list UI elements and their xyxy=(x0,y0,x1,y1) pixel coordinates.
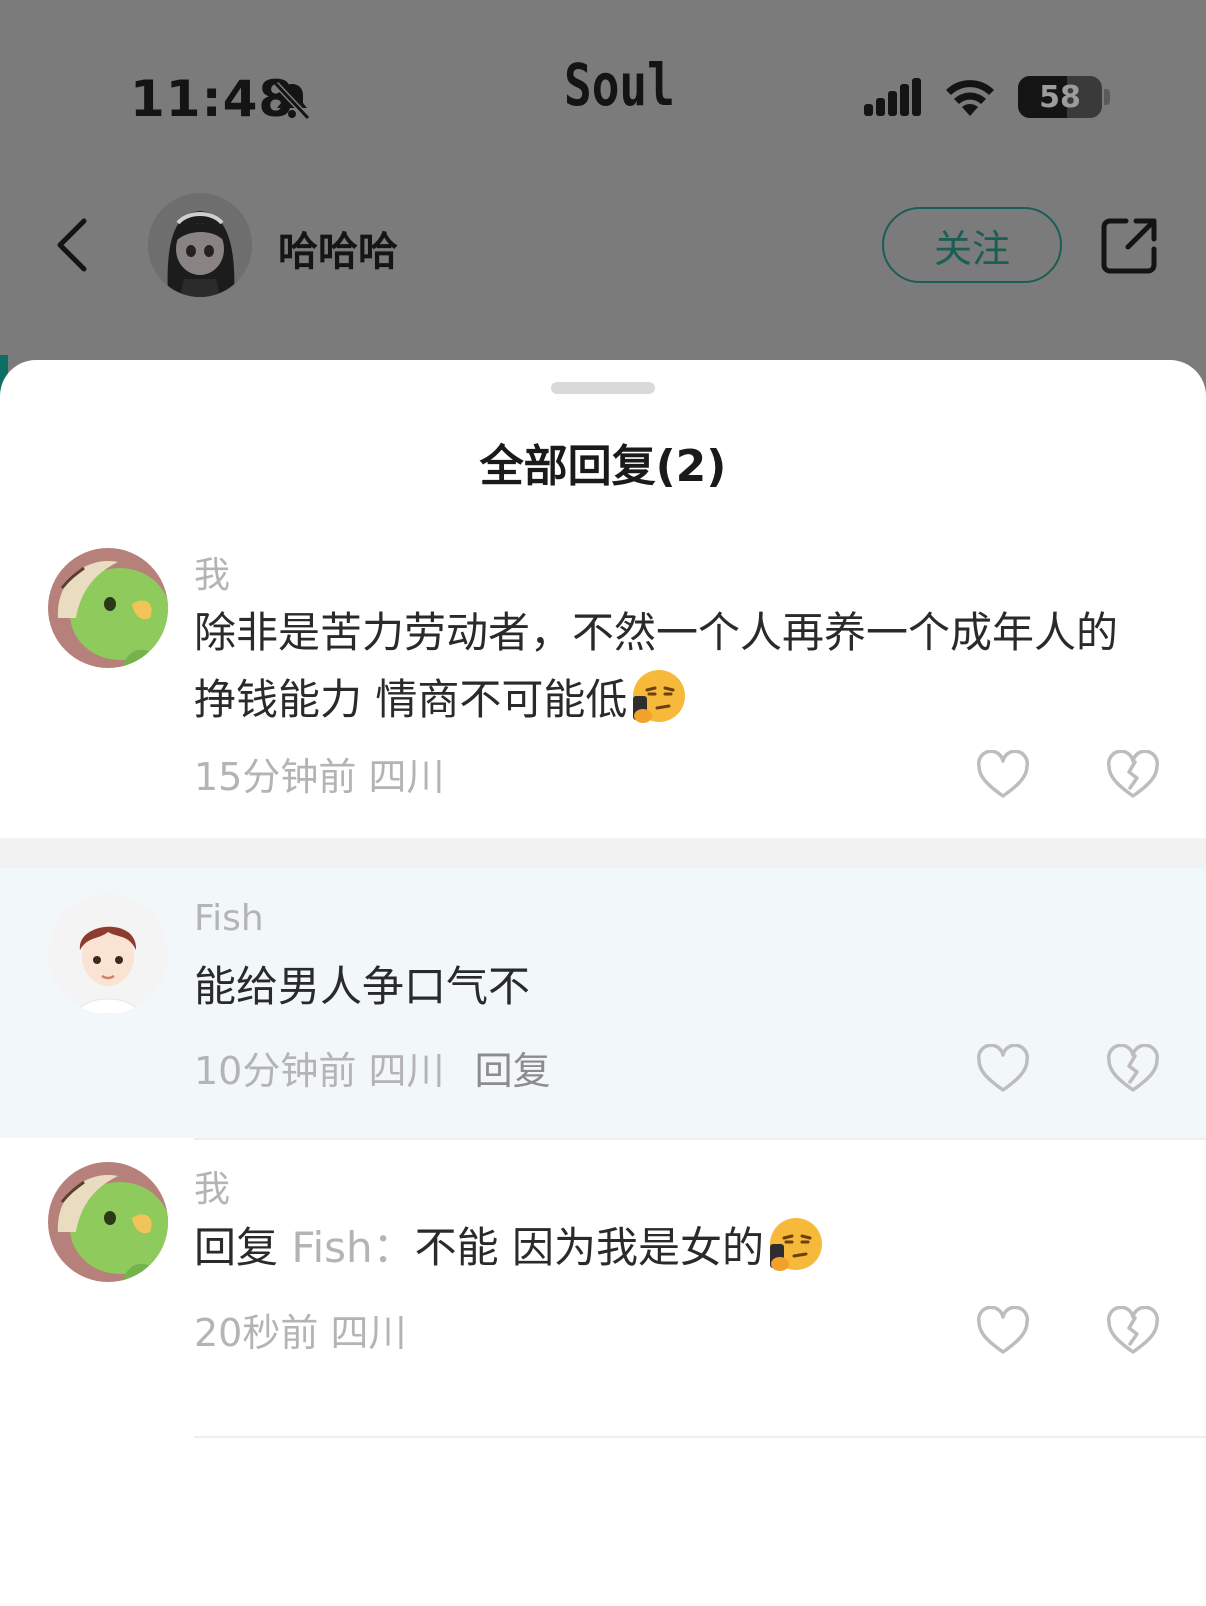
heart-icon[interactable] xyxy=(976,1044,1030,1094)
reply-meta: 20秒前 四川 xyxy=(194,1302,406,1357)
background-overlay: 11:48 Soul 58 哈哈哈 关注 xyxy=(0,0,1206,400)
reply-location: 四川 xyxy=(330,1311,407,1355)
battery-tip xyxy=(1104,89,1110,105)
reply-meta: 15分钟前 四川 xyxy=(194,746,444,801)
green-dino-avatar-icon xyxy=(48,1162,168,1282)
replies-sheet: 全部回复(2) 我 除非是苦力劳动者，不然一个人再养一个成年人的挣钱能力 情商不… xyxy=(0,360,1206,1606)
reply-text: 除非是苦力劳动者，不然一个人再养一个成年人的挣钱能力 情商不可能低 xyxy=(194,600,1154,733)
reply-item[interactable]: Fish 能给男人争口气不 10分钟前 四川 回复 xyxy=(0,868,1206,1138)
reply-item[interactable]: 我 回复 Fish：不能 因为我是女的 20秒前 四川 xyxy=(0,1140,1206,1390)
reply-author-name[interactable]: 我 xyxy=(194,1160,230,1212)
reply-meta: 10分钟前 四川 回复 xyxy=(194,1040,551,1095)
back-arrow-icon[interactable] xyxy=(52,215,96,275)
divider xyxy=(194,1436,1206,1438)
reply-prefix: 回复 xyxy=(194,1223,279,1272)
status-bar: 11:48 Soul 58 xyxy=(0,0,1206,170)
reply-time: 15分钟前 xyxy=(194,755,357,799)
author-avatar[interactable] xyxy=(148,193,252,297)
reply-item[interactable]: 我 除非是苦力劳动者，不然一个人再养一个成年人的挣钱能力 情商不可能低 15分钟… xyxy=(0,528,1206,838)
broken-heart-icon[interactable] xyxy=(1106,1306,1160,1356)
reply-location: 四川 xyxy=(368,1049,445,1093)
heart-icon[interactable] xyxy=(976,750,1030,800)
reply-button[interactable]: 回复 xyxy=(475,1049,551,1093)
section-separator xyxy=(0,838,1206,868)
battery-icon: 58 xyxy=(1018,76,1102,118)
author-name[interactable]: 哈哈哈 xyxy=(278,219,398,277)
avatar[interactable] xyxy=(48,1162,168,1282)
cellular-signal-icon xyxy=(864,78,921,116)
smirk-phone-emoji-icon xyxy=(633,670,686,723)
broken-heart-icon[interactable] xyxy=(1106,1044,1160,1094)
app-name: Soul xyxy=(564,51,675,119)
reply-location: 四川 xyxy=(368,755,445,799)
anime-girl-avatar-icon xyxy=(148,193,252,297)
reply-text: 能给男人争口气不 xyxy=(194,962,531,1011)
avatar[interactable] xyxy=(48,548,168,668)
reply-time: 20秒前 xyxy=(194,1311,319,1355)
smirk-phone-emoji-icon xyxy=(770,1218,823,1271)
reply-text-content: 不能 因为我是女的 xyxy=(414,1223,765,1272)
share-icon[interactable] xyxy=(1098,213,1162,277)
avatar[interactable] xyxy=(48,894,168,1014)
reply-target[interactable]: Fish： xyxy=(291,1223,414,1272)
reply-text: 回复 Fish：不能 因为我是女的 xyxy=(194,1214,1154,1281)
wifi-icon xyxy=(946,80,994,116)
reply-time: 10分钟前 xyxy=(194,1049,357,1093)
bell-muted-icon xyxy=(273,81,311,121)
sheet-drag-handle[interactable] xyxy=(551,382,655,394)
reply-author-name[interactable]: 我 xyxy=(194,546,230,598)
green-dino-avatar-icon xyxy=(48,548,168,668)
reply-author-name[interactable]: Fish xyxy=(194,898,264,939)
heart-icon[interactable] xyxy=(976,1306,1030,1356)
follow-button[interactable]: 关注 xyxy=(882,207,1062,283)
broken-heart-icon[interactable] xyxy=(1106,750,1160,800)
boy-avatar-icon xyxy=(48,894,168,1014)
post-header: 哈哈哈 关注 xyxy=(0,185,1206,305)
battery-level: 58 xyxy=(1039,79,1081,115)
sheet-title: 全部回复(2) xyxy=(479,441,727,492)
